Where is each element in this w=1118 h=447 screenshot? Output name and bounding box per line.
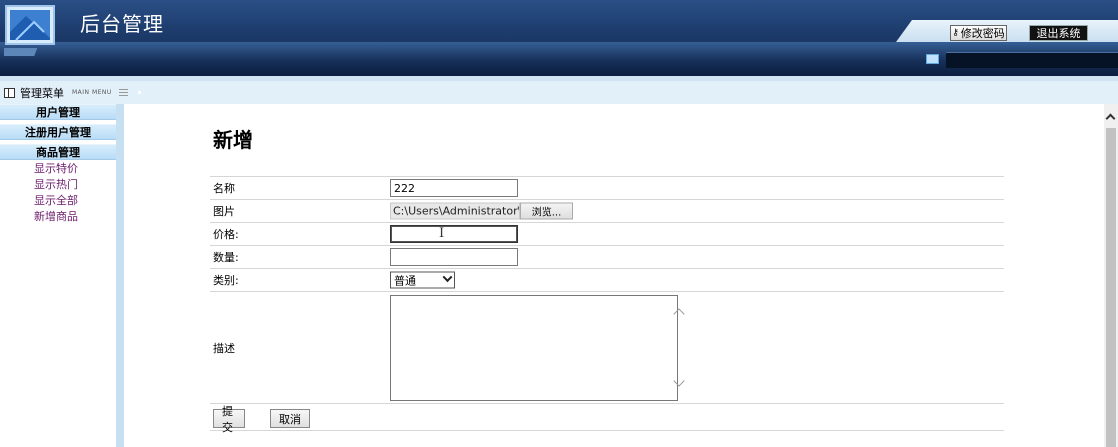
sidebar-product-items: 显示特价 显示热门 显示全部 新增商品 bbox=[0, 161, 116, 225]
page-scrollbar[interactable] bbox=[1104, 104, 1118, 447]
browse-button[interactable]: 浏览... bbox=[520, 202, 573, 220]
menu-title: 管理菜单 bbox=[20, 86, 64, 100]
menu-dot-icon bbox=[137, 91, 141, 94]
form-row-price: 价格: I bbox=[210, 223, 1004, 246]
form-row-image: 图片 C:\Users\Administrator\De 浏览... bbox=[210, 200, 1004, 223]
name-label: 名称 bbox=[213, 182, 235, 195]
description-label: 描述 bbox=[213, 341, 235, 355]
main-content: 新增 名称 图片 C:\Users\Administrator\De 浏览...… bbox=[124, 104, 1104, 447]
add-product-form: 名称 图片 C:\Users\Administrator\De 浏览... 价格… bbox=[210, 176, 1004, 434]
sidebar-item-show-special[interactable]: 显示特价 bbox=[34, 161, 116, 177]
category-label: 类别: bbox=[213, 274, 239, 287]
monitor-logo-icon bbox=[4, 5, 55, 56]
form-row-name: 名称 bbox=[210, 177, 1004, 200]
form-row-actions: 提交 取消 bbox=[210, 404, 1004, 434]
screen-icon bbox=[926, 54, 939, 64]
app-header: 后台管理 ⚷ 修改密码 退出系统 bbox=[0, 0, 1118, 76]
sidebar-item-add-product[interactable]: 新增商品 bbox=[34, 209, 116, 225]
sidebar-group-registered-users[interactable]: 注册用户管理 bbox=[0, 124, 116, 140]
sidebar-group-product-management[interactable]: 商品管理 bbox=[0, 144, 116, 160]
scroll-up-icon[interactable] bbox=[1105, 113, 1116, 124]
category-selected-value: 普通 bbox=[394, 274, 416, 287]
form-row-category: 类别: 普通 bbox=[210, 269, 1004, 292]
sidebar-item-show-hot[interactable]: 显示热门 bbox=[34, 177, 116, 193]
text-cursor-icon: I bbox=[439, 226, 445, 241]
menu-lines-icon[interactable] bbox=[118, 89, 128, 96]
submit-button[interactable]: 提交 bbox=[213, 405, 245, 434]
image-file-input[interactable]: C:\Users\Administrator\De 浏览... bbox=[390, 202, 573, 220]
price-input[interactable] bbox=[390, 225, 518, 243]
change-password-button[interactable]: ⚷ 修改密码 bbox=[950, 25, 1007, 41]
form-row-quantity: 数量: bbox=[210, 246, 1004, 269]
name-input[interactable] bbox=[390, 179, 518, 197]
form-row-description: 描述 bbox=[210, 292, 1004, 404]
category-select[interactable]: 普通 bbox=[390, 271, 455, 289]
header-status-field bbox=[946, 52, 1118, 68]
image-file-path[interactable]: C:\Users\Administrator\De bbox=[390, 202, 520, 220]
sidebar: 用户管理 注册用户管理 商品管理 显示特价 显示热门 显示全部 新增商品 bbox=[0, 104, 116, 447]
sidebar-group-user-management[interactable]: 用户管理 bbox=[0, 104, 116, 120]
sidebar-item-show-all[interactable]: 显示全部 bbox=[34, 193, 116, 209]
quantity-label: 数量: bbox=[213, 251, 239, 264]
price-label: 价格: bbox=[213, 228, 239, 241]
page-title: 新增 bbox=[213, 128, 253, 152]
description-textarea[interactable] bbox=[390, 295, 678, 401]
sidebar-divider bbox=[116, 104, 124, 447]
key-icon: ⚷ bbox=[952, 28, 959, 38]
menu-panel-icon bbox=[4, 87, 15, 98]
menu-subtitle: MAIN MENU bbox=[72, 89, 112, 96]
scrollbar-thumb[interactable] bbox=[1106, 128, 1116, 447]
chevron-down-icon bbox=[442, 272, 453, 283]
app-title: 后台管理 bbox=[80, 12, 164, 36]
image-label: 图片 bbox=[213, 205, 235, 218]
quantity-input[interactable] bbox=[390, 248, 518, 266]
change-password-label: 修改密码 bbox=[960, 27, 1005, 40]
cancel-button[interactable]: 取消 bbox=[270, 409, 310, 428]
menu-bar: 管理菜单 MAIN MENU bbox=[0, 76, 1118, 104]
logout-button[interactable]: 退出系统 bbox=[1029, 25, 1088, 41]
